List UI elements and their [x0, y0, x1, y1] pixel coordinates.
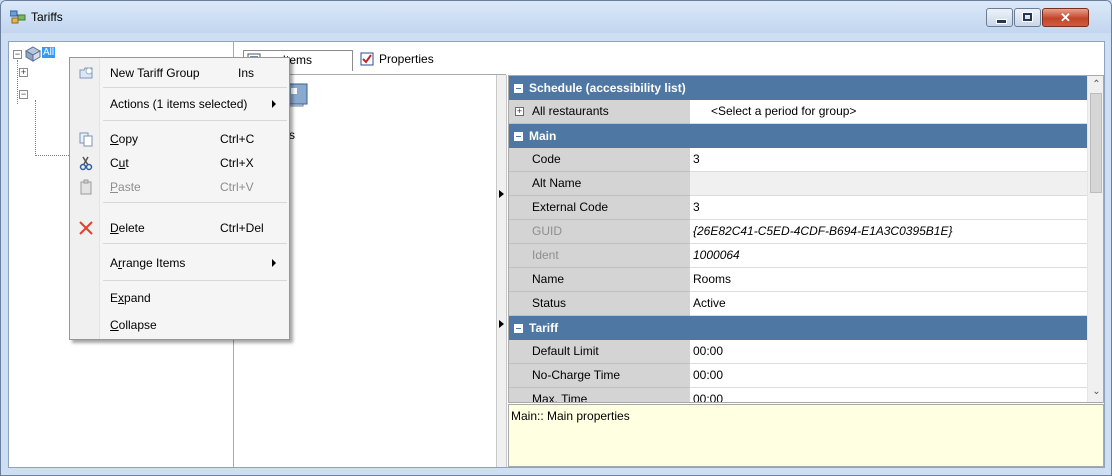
context-menu: New Tariff Group Ins Actions (1 items se… [69, 57, 290, 340]
new-group-icon [79, 67, 93, 79]
splitter-arrow-icon[interactable] [499, 190, 504, 198]
property-key: Alt Name [509, 172, 690, 196]
property-row-name[interactable]: Name Rooms [509, 268, 1087, 292]
tariffs-app-icon [10, 10, 26, 24]
delete-icon [79, 221, 93, 235]
expand-icon[interactable]: + [515, 107, 524, 116]
pane-splitter[interactable] [496, 75, 507, 467]
tariffs-window: Tariffs ✕ − All + − Items Properties Sch… [0, 0, 1112, 476]
property-row-ident[interactable]: Ident 1000064 [509, 244, 1087, 268]
category-tariff[interactable]: Tariff [509, 316, 1087, 340]
property-key: + All restaurants [509, 100, 690, 124]
category-main-title: Main [529, 129, 557, 143]
property-description: Main:: Main properties [508, 404, 1104, 467]
property-value[interactable]: Active [690, 292, 1087, 316]
menu-item-paste[interactable]: Paste Ctrl+V [72, 175, 287, 199]
menu-item-new-tariff-group[interactable]: New Tariff Group Ins [72, 61, 287, 85]
menu-item-delete[interactable]: Delete Ctrl+Del [72, 216, 287, 240]
property-value[interactable]: {26E82C41-C5ED-4CDF-B694-E1A3C0395B1E} [690, 220, 1087, 244]
collapse-icon[interactable] [514, 84, 523, 93]
copy-icon [79, 132, 93, 147]
property-value[interactable]: 1000064 [690, 244, 1087, 268]
category-schedule[interactable]: Schedule (accessibility list) [509, 76, 1087, 100]
submenu-arrow-icon [272, 100, 276, 108]
property-key: Ident [509, 244, 690, 268]
property-key: Max. Time [509, 388, 690, 402]
minimize-button[interactable] [986, 8, 1013, 27]
menu-item-expand[interactable]: Expand [72, 286, 287, 310]
menu-separator [103, 243, 287, 244]
scroll-up-icon[interactable]: ⌃ [1088, 76, 1103, 93]
splitter-arrow-icon-2[interactable] [499, 320, 504, 328]
property-row-no-charge-time[interactable]: No-Charge Time 00:00 [509, 364, 1087, 388]
menu-separator [103, 280, 287, 281]
submenu-arrow-icon [272, 259, 276, 267]
close-button[interactable]: ✕ [1042, 8, 1089, 27]
tree-collapse-toggle[interactable]: − [13, 50, 22, 59]
menu-separator [103, 87, 287, 88]
close-icon: ✕ [1060, 10, 1071, 25]
property-key: Code [509, 148, 690, 172]
property-row-all-restaurants[interactable]: + All restaurants <Select a period for gr… [509, 100, 1087, 124]
property-row-status[interactable]: Status Active [509, 292, 1087, 316]
collapse-icon[interactable] [514, 132, 523, 141]
tree-line [17, 60, 18, 104]
menu-separator [103, 120, 287, 121]
maximize-icon [1022, 12, 1033, 22]
property-row-default-limit[interactable]: Default Limit 00:00 [509, 340, 1087, 364]
tab-properties-label: Properties [379, 52, 434, 66]
scrollbar-thumb[interactable] [1090, 93, 1102, 193]
tree-root-label[interactable]: All [42, 47, 56, 58]
properties-icon [360, 52, 374, 66]
menu-item-copy[interactable]: Copy Ctrl+C [72, 127, 287, 151]
tree-line [35, 155, 69, 156]
tab-properties[interactable]: Properties [357, 50, 457, 71]
category-schedule-title: Schedule (accessibility list) [529, 81, 686, 95]
tree-line [35, 100, 36, 156]
property-key: No-Charge Time [509, 364, 690, 388]
title-bar[interactable]: Tariffs ✕ [1, 1, 1111, 33]
maximize-button[interactable] [1014, 8, 1041, 27]
property-value[interactable]: 00:00 [690, 388, 1087, 402]
property-value[interactable]: 3 [690, 196, 1087, 220]
property-grid-scrollbar[interactable]: ⌃ ⌄ [1087, 76, 1103, 402]
menu-item-arrange-items[interactable]: Arrange Items [72, 251, 287, 275]
property-key: Status [509, 292, 690, 316]
property-row-alt-name[interactable]: Alt Name [509, 172, 1087, 196]
collapse-icon[interactable] [514, 324, 523, 333]
property-value[interactable]: 00:00 [690, 340, 1087, 364]
cut-icon [79, 156, 93, 171]
menu-item-collapse[interactable]: Collapse [72, 313, 287, 337]
tree-expand-toggle[interactable]: + [19, 68, 28, 77]
tree-collapse-toggle-2[interactable]: − [19, 90, 28, 99]
category-tariff-title: Tariff [529, 321, 559, 335]
property-key: GUID [509, 220, 690, 244]
menu-item-cut[interactable]: Cut Ctrl+X [72, 151, 287, 175]
property-grid: Schedule (accessibility list) + All resta… [508, 75, 1104, 403]
property-key: External Code [509, 196, 690, 220]
property-value[interactable] [690, 172, 1087, 196]
window-title: Tariffs [31, 10, 63, 24]
menu-item-actions[interactable]: Actions (1 items selected) [72, 92, 287, 116]
property-row-external-code[interactable]: External Code 3 [509, 196, 1087, 220]
property-value[interactable]: 00:00 [690, 364, 1087, 388]
property-value[interactable]: Rooms [690, 268, 1087, 292]
property-value[interactable]: 3 [690, 148, 1087, 172]
paste-icon [80, 179, 92, 195]
property-value[interactable]: <Select a period for group> [690, 100, 1087, 124]
property-row-max-time[interactable]: Max. Time 00:00 [509, 388, 1087, 402]
property-row-code[interactable]: Code 3 [509, 148, 1087, 172]
menu-separator [103, 202, 287, 203]
scroll-down-icon[interactable]: ⌄ [1088, 383, 1103, 400]
property-key: Name [509, 268, 690, 292]
property-key: Default Limit [509, 340, 690, 364]
property-row-guid[interactable]: GUID {26E82C41-C5ED-4CDF-B694-E1A3C0395B… [509, 220, 1087, 244]
minimize-icon [996, 19, 1007, 24]
category-main[interactable]: Main [509, 124, 1087, 148]
root-node-icon [25, 46, 41, 62]
